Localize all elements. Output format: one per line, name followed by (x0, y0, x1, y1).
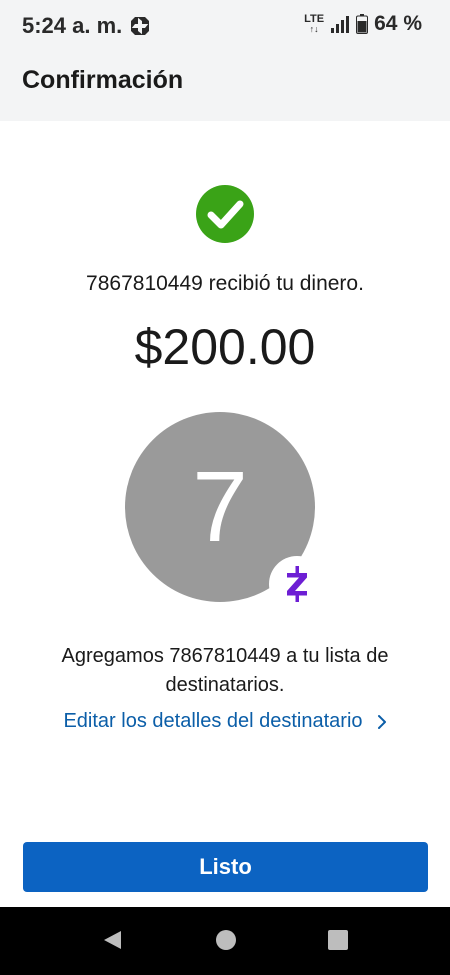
status-bar: 5:24 a. m. LTE ↑↓ 64 % (0, 0, 450, 52)
app-header-area: 5:24 a. m. LTE ↑↓ 64 % Confirmación (0, 0, 450, 121)
system-navigation-bar (0, 907, 450, 975)
battery-percentage: 64 % (374, 12, 422, 35)
chase-logo-icon (131, 17, 150, 35)
network-type: LTE (304, 13, 325, 25)
status-indicators: LTE ↑↓ 64 % (304, 12, 422, 36)
status-time-group: 5:24 a. m. (22, 13, 150, 39)
done-button[interactable]: Listo (23, 842, 428, 892)
check-circle-icon (196, 185, 254, 243)
transfer-amount: $200.00 (134, 319, 316, 375)
status-time: 5:24 a. m. (22, 13, 123, 38)
network-indicator: LTE ↑↓ (304, 13, 325, 35)
edit-recipient-label: Editar los detalles del destinatario (63, 710, 363, 732)
confirmation-message: 7867810449 recibió tu dinero. (86, 272, 364, 295)
recipient-added-message: Agregamos 7867810449 a tu lista de desti… (61, 645, 389, 696)
battery-icon (356, 14, 369, 34)
signal-icon (331, 16, 350, 33)
back-icon[interactable] (101, 929, 123, 951)
zelle-icon (287, 566, 307, 602)
edit-recipient-link[interactable]: Editar los detalles del destinatario (0, 710, 450, 733)
zelle-badge (269, 556, 325, 612)
home-icon[interactable] (215, 929, 237, 951)
page-title: Confirmación (22, 66, 184, 94)
recents-icon[interactable] (327, 929, 349, 951)
chevron-right-icon (377, 714, 386, 729)
